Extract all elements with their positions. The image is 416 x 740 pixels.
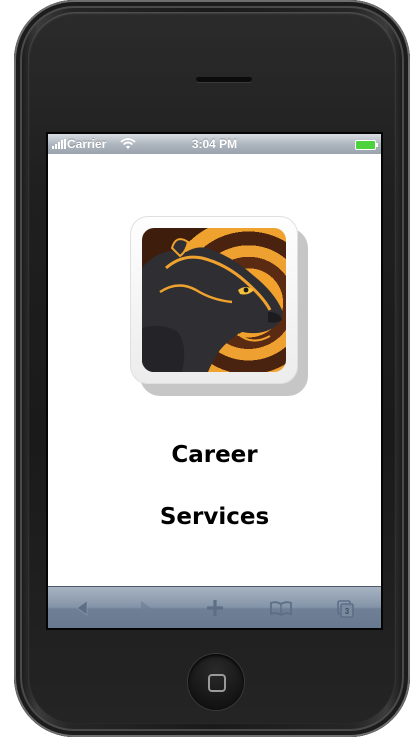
safari-toolbar: 3 (48, 586, 381, 628)
home-square-icon (208, 674, 226, 692)
pages-icon[interactable]: 3 (330, 595, 360, 621)
app-label-line-2: Services (159, 504, 270, 530)
phone-screen: Carrier 3:04 PM Career Services 3 (48, 134, 381, 628)
status-time: 3:04 PM (191, 137, 238, 151)
panther-icon (142, 228, 286, 372)
home-button[interactable] (188, 654, 244, 710)
pages-count: 3 (345, 607, 350, 616)
app-label-line-1: Career (171, 442, 258, 468)
bookmarks-book-icon[interactable] (266, 595, 296, 621)
forward-arrow-icon[interactable] (130, 595, 160, 621)
back-arrow-icon[interactable] (68, 595, 98, 621)
add-plus-icon[interactable] (200, 595, 230, 621)
earpiece-speaker (196, 77, 252, 82)
app-icon-frame (130, 216, 298, 384)
career-services-app-icon[interactable] (130, 216, 310, 396)
status-bar: Carrier 3:04 PM (48, 134, 381, 154)
battery-icon (355, 140, 378, 150)
